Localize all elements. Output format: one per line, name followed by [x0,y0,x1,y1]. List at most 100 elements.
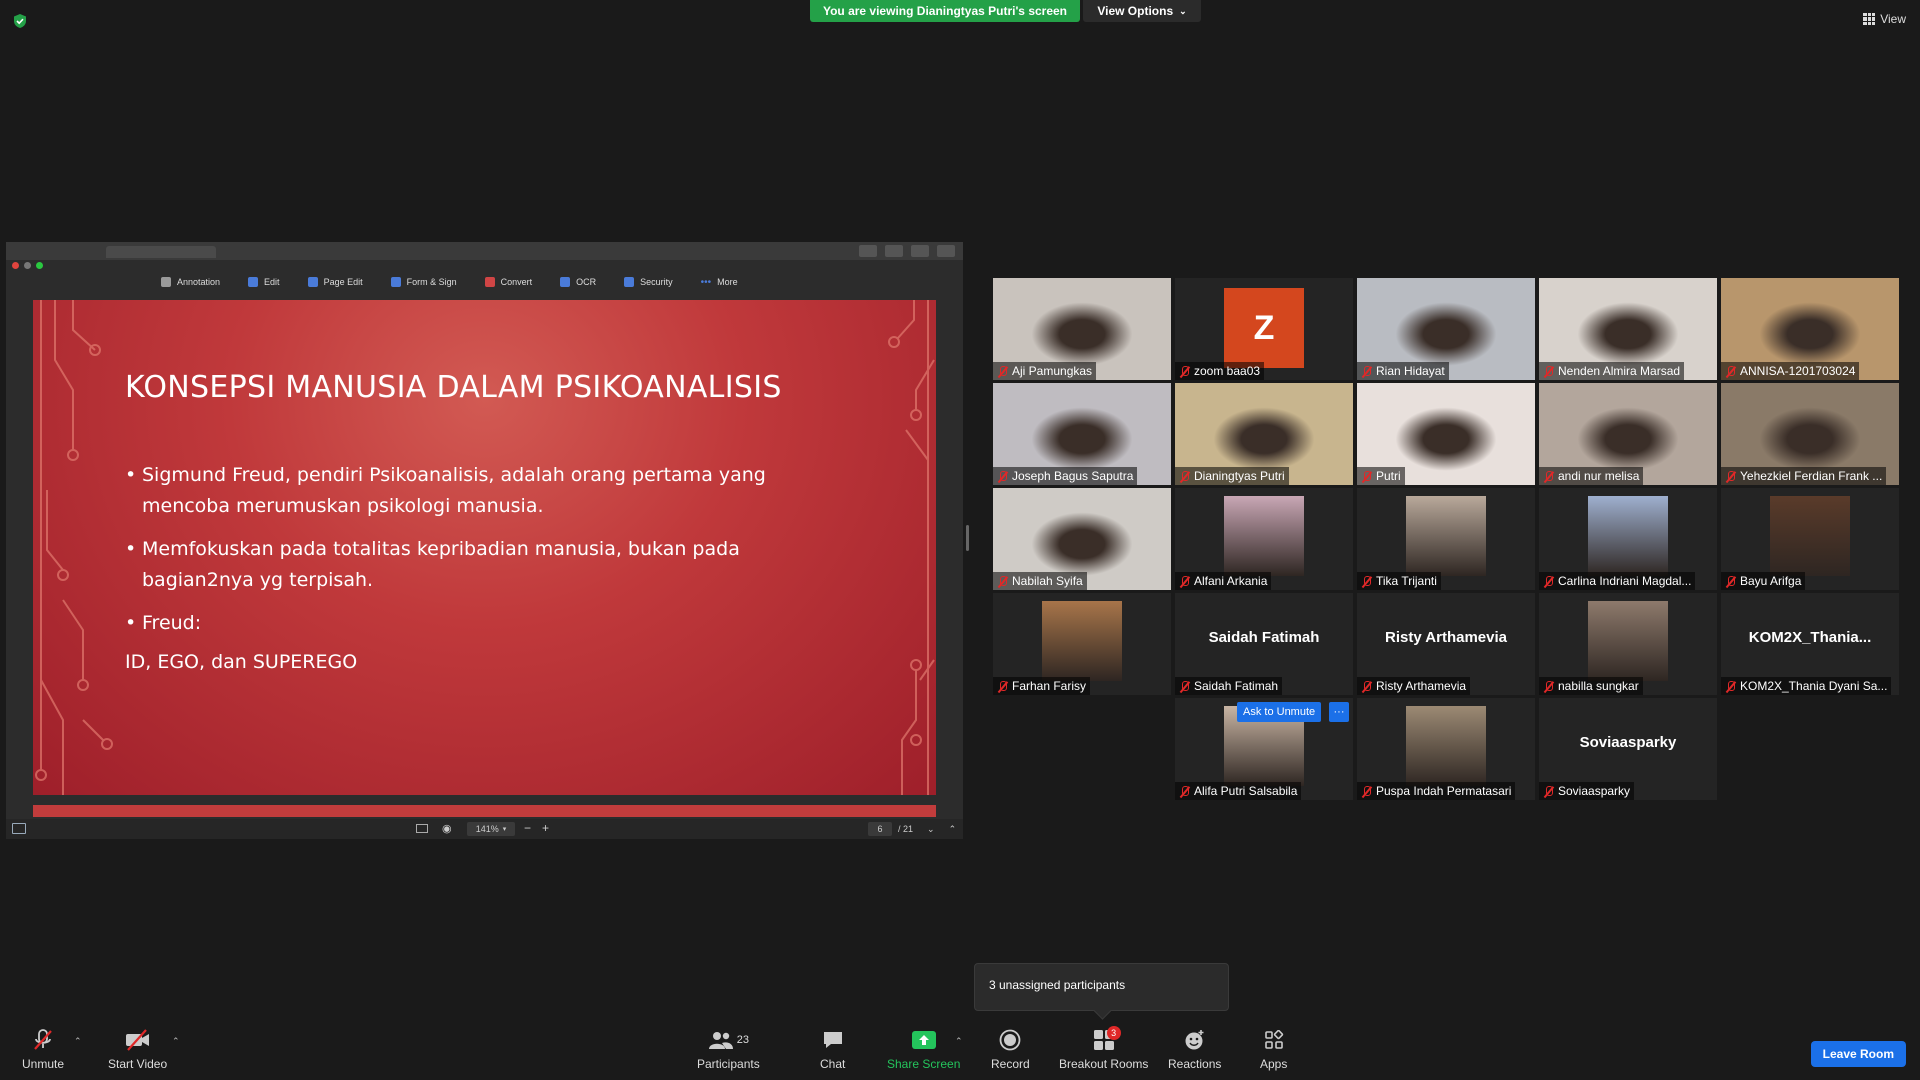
participant-photo [1770,496,1850,576]
tool-form-sign[interactable]: Form & Sign [390,277,457,287]
reactions-button[interactable]: Reactions [1168,1028,1221,1071]
zoom-select[interactable]: 141% ▾ [467,822,515,836]
unassigned-participants-popup[interactable]: 3 unassigned participants [974,963,1229,1011]
participant-name-tag: Aji Pamungkas [993,362,1097,380]
mic-muted-icon [1543,365,1554,377]
tile-more-button[interactable]: ··· [1329,702,1349,722]
start-video-button[interactable]: Start Video [108,1028,167,1071]
participant-tile[interactable]: Tika Trijanti [1357,488,1535,590]
sidebar-toggle-icon[interactable] [12,823,26,834]
video-options-caret[interactable]: ⌃ [172,1036,180,1047]
security-shield-icon[interactable] [12,13,28,29]
participant-tile[interactable]: Joseph Bagus Saputra [993,383,1171,485]
participant-display-name: KOM2X_Thania... [1748,629,1872,646]
close-dot-icon[interactable] [12,262,19,269]
mic-muted-icon [997,680,1008,692]
mic-muted-icon [1179,365,1190,377]
split-drag-handle[interactable] [966,525,969,551]
tool-convert[interactable]: Convert [484,277,532,287]
share-screen-label: Share Screen [887,1057,961,1071]
tool-label: More [717,277,738,287]
participant-tile[interactable]: Dianingtyas Putri [1175,383,1353,485]
participant-tile[interactable]: Putri [1357,383,1535,485]
tool-page-edit[interactable]: Page Edit [307,277,363,287]
participant-tile[interactable]: Farhan Farisy [993,593,1171,695]
mic-muted-icon [1361,470,1372,482]
page-up-icon[interactable]: ⌃ [949,824,957,835]
leave-room-button[interactable]: Leave Room [1810,1041,1906,1067]
tool-more[interactable]: ••• More [701,277,738,288]
apps-icon [1264,1028,1284,1052]
eye-icon[interactable]: ◉ [442,822,452,835]
zoom-in-icon[interactable]: + [542,821,549,835]
participant-name-tag: zoom baa03 [1175,362,1265,380]
participant-tile[interactable]: Bayu Arifga [1721,488,1899,590]
view-layout-button[interactable]: View [1863,12,1906,26]
participant-name-tag: Farhan Farisy [993,677,1091,695]
pdf-window-titlebar [6,242,963,260]
breakout-rooms-button[interactable]: 3 Breakout Rooms [1059,1026,1148,1071]
pdf-status-bar: ◉ 141% ▾ − + 6 / 21 ⌄ ⌃ [6,819,963,839]
participant-photo [1406,706,1486,786]
participant-name-tag: Bayu Arifga [1721,572,1806,590]
participant-tile[interactable]: ANNISA-1201703024 [1721,278,1899,380]
zoom-out-icon[interactable]: − [524,821,531,835]
participant-name-tag: Nabilah Syifa [993,572,1087,590]
tool-ocr[interactable]: OCR [560,277,596,287]
participant-tile[interactable]: Carlina Indriani Magdal... [1539,488,1717,590]
record-button[interactable]: Record [991,1028,1030,1071]
page-number-input[interactable]: 6 [868,822,892,836]
participant-tile[interactable]: Soviaasparky Soviaasparky [1539,698,1717,800]
participant-name-tag: Risty Arthamevia [1357,677,1471,695]
chat-icon [822,1028,844,1052]
participant-name-tag: Alfani Arkania [1175,572,1272,590]
share-screen-button[interactable]: Share Screen [887,1028,960,1071]
participant-tile[interactable]: Zzoom baa03 [1175,278,1353,380]
participant-tile[interactable]: Risty Arthamevia Risty Arthamevia [1357,593,1535,695]
view-options-button[interactable]: View Options ⌄ [1083,0,1201,22]
share-options-caret[interactable]: ⌃ [955,1036,963,1047]
participant-tile[interactable]: Rian Hidayat [1357,278,1535,380]
tool-edit[interactable]: Edit [248,277,280,287]
participant-tile[interactable]: Nenden Almira Marsad [1539,278,1717,380]
participant-tile[interactable]: KOM2X_Thania... KOM2X_Thania Dyani Sa... [1721,593,1899,695]
unmute-button[interactable]: Unmute [22,1028,64,1071]
meeting-toolbar: Unmute ⌃ Start Video ⌃ 23 Participants C… [0,1022,1920,1080]
participant-name: Yehezkiel Ferdian Frank ... [1740,469,1883,483]
zoom-dot-icon[interactable] [36,262,43,269]
viewing-screen-banner: You are viewing Dianingtyas Putri's scre… [810,0,1080,22]
participant-tile[interactable]: Puspa Indah Permatasari [1357,698,1535,800]
participant-tile[interactable]: nabilla sungkar [1539,593,1717,695]
participant-tile[interactable]: Alfani Arkania [1175,488,1353,590]
participant-tile[interactable]: Nabilah Syifa [993,488,1171,590]
mic-muted-icon [1179,470,1190,482]
audio-options-caret[interactable]: ⌃ [74,1036,82,1047]
participant-display-name: Risty Arthamevia [1385,629,1507,646]
mic-muted-icon [997,365,1008,377]
apps-button[interactable]: Apps [1260,1028,1287,1071]
pdf-document-tab[interactable] [106,246,216,258]
traffic-lights [12,262,43,269]
tool-annotation[interactable]: Annotation [161,277,220,287]
ask-to-unmute-button[interactable]: Ask to Unmute [1237,702,1322,722]
chat-button[interactable]: Chat [820,1028,845,1071]
fit-page-icon[interactable] [416,824,428,833]
participant-name: Alifa Putri Salsabila [1194,784,1298,798]
mic-muted-icon [997,470,1008,482]
participant-tile[interactable]: Yehezkiel Ferdian Frank ... [1721,383,1899,485]
tool-security[interactable]: Security [624,277,673,287]
page-down-icon[interactable]: ⌄ [927,824,935,835]
shared-screen[interactable]: Annotation Edit Page Edit Form & Sign Co… [6,242,963,839]
slide-bullet: Sigmund Freud, pendiri Psikoanalisis, ad… [125,460,845,522]
minimize-dot-icon[interactable] [24,262,31,269]
participant-photo [1224,496,1304,576]
participant-tile[interactable]: andi nur melisa [1539,383,1717,485]
chevron-down-icon: ⌄ [1179,5,1187,16]
participant-photo [1042,601,1122,681]
record-label: Record [991,1057,1030,1071]
participant-tile[interactable]: Saidah Fatimah Saidah Fatimah [1175,593,1353,695]
participant-tile[interactable]: Aji Pamungkas [993,278,1171,380]
participant-name-tag: Putri [1357,467,1405,485]
participants-button[interactable]: 23 Participants [697,1028,760,1071]
participant-name: Farhan Farisy [1012,679,1087,693]
